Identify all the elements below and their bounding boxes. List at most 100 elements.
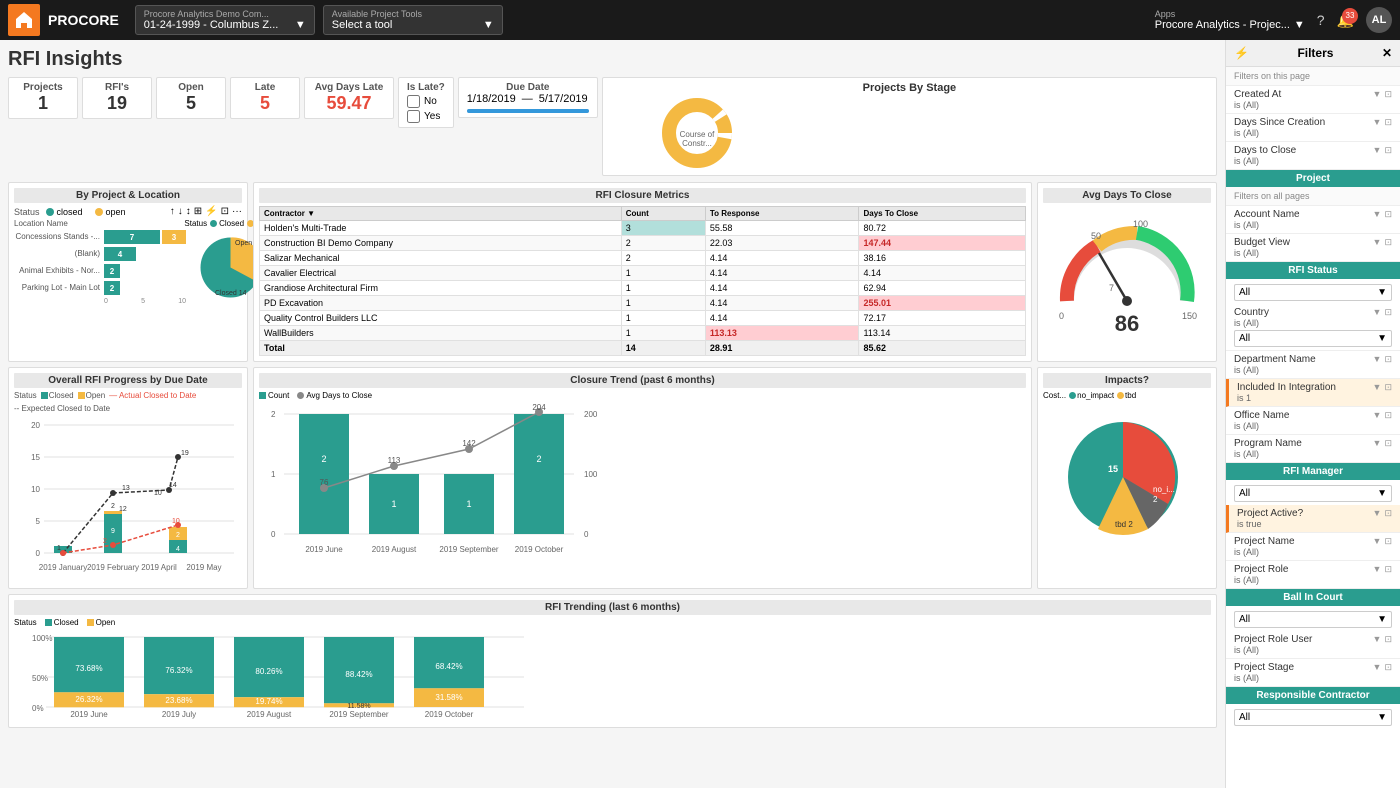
svg-text:0: 0	[36, 549, 41, 558]
filter-pin-program[interactable]: ⊡	[1384, 438, 1392, 449]
filter-chevron-role[interactable]: ▼	[1373, 564, 1382, 575]
filter-pin-proj-name[interactable]: ⊡	[1384, 536, 1392, 547]
filter-pin-active[interactable]: ⊡	[1384, 508, 1392, 519]
svg-text:20: 20	[31, 421, 40, 430]
svg-text:11.58%: 11.58%	[347, 703, 370, 710]
ball-in-court-dropdown-container: All▼	[1226, 606, 1400, 631]
filter-pin-integration[interactable]: ⊡	[1384, 382, 1392, 393]
filter-chevron-proj-name[interactable]: ▼	[1373, 536, 1382, 547]
filter-pin-role-user[interactable]: ⊡	[1384, 634, 1392, 645]
svg-text:4: 4	[176, 546, 180, 553]
ball-in-court-dropdown[interactable]: All▼	[1234, 611, 1392, 628]
is-late-yes-checkbox[interactable]: Yes	[407, 110, 445, 123]
sort-icon-2[interactable]: ↕	[186, 206, 191, 217]
filter-chevron-program[interactable]: ▼	[1373, 438, 1382, 449]
is-late-filter: Is Late? No Yes	[398, 77, 454, 128]
filter-budget-view: Budget View ▼ ⊡ is (All)	[1226, 234, 1400, 262]
svg-text:Course of: Course of	[679, 130, 714, 139]
company-project-dropdown[interactable]: Procore Analytics Demo Com... 01-24-1999…	[135, 5, 315, 35]
svg-text:2: 2	[103, 538, 107, 545]
filter-pin-stage[interactable]: ⊡	[1384, 662, 1392, 673]
table-row: Quality Control Builders LLC 1 4.14 72.1…	[260, 311, 1026, 326]
user-avatar[interactable]: AL	[1366, 7, 1392, 33]
bar-row-1: Concessions Stands -... 7 3	[14, 230, 186, 244]
svg-text:no_i...: no_i...	[1153, 485, 1175, 494]
filter-expand-icon-2[interactable]: ▼	[1373, 117, 1382, 128]
responsible-contractor-dropdown[interactable]: All▼	[1234, 709, 1392, 726]
legend-open: open	[95, 207, 126, 217]
table-row: PD Excavation 1 4.14 255.01	[260, 296, 1026, 311]
filter-chevron-account[interactable]: ▼	[1373, 209, 1382, 220]
filter-expand-icon-3[interactable]: ▼	[1373, 145, 1382, 156]
table-row: Grandiose Architectural Firm 1 4.14 62.9…	[260, 281, 1026, 296]
kpi-open: Open 5	[156, 77, 226, 119]
filter-expand-icon[interactable]: ▼	[1373, 89, 1382, 100]
svg-text:113: 113	[388, 456, 401, 465]
rfi-status-section-header: RFI Status	[1226, 262, 1400, 279]
filter-chart-icon[interactable]: ⚡	[205, 206, 217, 217]
filter-pin-icon-3[interactable]: ⊡	[1384, 145, 1392, 156]
svg-text:100%: 100%	[32, 634, 52, 643]
date-range-slider[interactable]	[467, 109, 589, 113]
filter-pin-icon-2[interactable]: ⊡	[1384, 117, 1392, 128]
impacts-title: Impacts?	[1043, 373, 1211, 388]
hierarchy-icon[interactable]: ⊞	[194, 206, 202, 217]
filter-pin-budget[interactable]: ⊡	[1384, 237, 1392, 248]
home-logo-button[interactable]	[8, 4, 40, 36]
filter-pin-dept[interactable]: ⊡	[1384, 354, 1392, 365]
filter-header: ⚡ Filters ✕	[1226, 40, 1400, 67]
filter-chevron-office[interactable]: ▼	[1373, 410, 1382, 421]
close-sidebar-button[interactable]: ✕	[1382, 46, 1392, 60]
filter-pin-role[interactable]: ⊡	[1384, 564, 1392, 575]
nav-right-section: Apps Procore Analytics - Projec... ▼ ? 🔔…	[1155, 7, 1392, 33]
rfi-trending-title: RFI Trending (last 6 months)	[14, 600, 1211, 615]
expand-icon[interactable]: ⊡	[221, 206, 229, 217]
bar-row-4: Parking Lot - Main Lot 2	[14, 281, 186, 295]
notifications-button[interactable]: 🔔 33	[1337, 12, 1354, 29]
sort-asc-icon[interactable]: ↑	[170, 206, 175, 217]
svg-text:15: 15	[1108, 464, 1118, 474]
svg-text:0: 0	[271, 530, 276, 539]
svg-text:2: 2	[321, 454, 326, 464]
chart-row-2: Overall RFI Progress by Due Date Status …	[8, 367, 1217, 589]
filter-chevron-stage[interactable]: ▼	[1373, 662, 1382, 673]
filter-chevron-role-user[interactable]: ▼	[1373, 634, 1382, 645]
svg-text:1: 1	[61, 538, 65, 545]
more-icon[interactable]: ···	[232, 206, 242, 217]
progress-svg: 20 15 10 5 0 1 9 2 4	[14, 415, 244, 580]
table-row: WallBuilders 1 113.13 113.14	[260, 326, 1026, 341]
rfi-manager-dropdown[interactable]: All▼	[1234, 485, 1392, 502]
rfi-status-dropdown[interactable]: All▼	[1234, 284, 1392, 301]
tools-dropdown[interactable]: Available Project Tools Select a tool ▼	[323, 5, 503, 35]
svg-text:100: 100	[1133, 219, 1148, 229]
sort-desc-icon[interactable]: ↓	[178, 206, 183, 217]
overall-rfi-legend: Status Closed Open — Actual Closed to Da…	[14, 391, 242, 413]
col-count: Count	[621, 207, 705, 221]
filter-chevron-integration[interactable]: ▼	[1373, 382, 1382, 393]
filter-pin-icon[interactable]: ⊡	[1384, 89, 1392, 100]
svg-text:80.26%: 80.26%	[255, 667, 282, 676]
filter-pin-account[interactable]: ⊡	[1384, 209, 1392, 220]
rfi-closure-metrics-title: RFI Closure Metrics	[259, 188, 1026, 203]
svg-text:2019 October: 2019 October	[515, 545, 564, 554]
is-late-no-checkbox[interactable]: No	[407, 95, 445, 108]
filter-program-name: Program Name ▼ ⊡ is (All)	[1226, 435, 1400, 463]
filter-chevron-active[interactable]: ▼	[1373, 508, 1382, 519]
svg-text:13: 13	[122, 485, 130, 492]
avg-days-title: Avg Days To Close	[1043, 188, 1211, 203]
procore-brand: PROCORE	[48, 12, 119, 28]
filter-project-role: Project Role ▼ ⊡ is (All)	[1226, 561, 1400, 589]
closure-trend-legend: Count Avg Days to Close	[259, 391, 1026, 400]
svg-text:2: 2	[536, 454, 541, 464]
svg-text:1: 1	[57, 545, 61, 552]
svg-text:1: 1	[391, 499, 396, 509]
svg-text:12: 12	[119, 506, 127, 513]
filter-chevron-dept[interactable]: ▼	[1373, 354, 1382, 365]
filter-pin-office[interactable]: ⊡	[1384, 410, 1392, 421]
filter-chevron-budget[interactable]: ▼	[1373, 237, 1382, 248]
filter-chevron-country[interactable]: ▼	[1373, 307, 1382, 318]
help-icon[interactable]: ?	[1317, 12, 1325, 28]
table-total-row: Total 14 28.91 85.62	[260, 341, 1026, 356]
country-dropdown[interactable]: All▼	[1234, 330, 1392, 347]
filter-pin-country[interactable]: ⊡	[1384, 307, 1392, 318]
